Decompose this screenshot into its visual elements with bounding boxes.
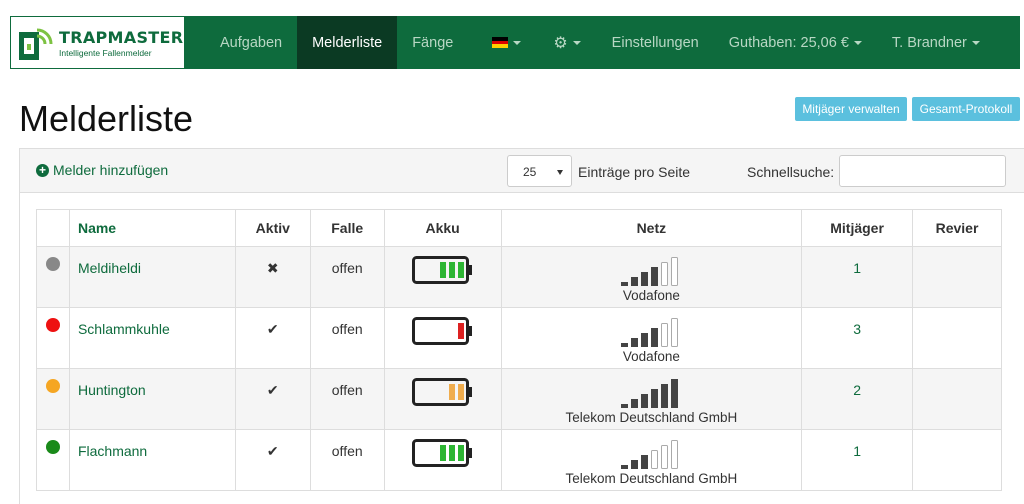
area-cell [912,368,1002,430]
nav-aufgaben[interactable]: Aufgaben [205,16,297,69]
add-detector-label: Melder hinzufügen [53,162,169,178]
trapmaster-logo-icon [19,28,53,60]
status-cell [36,307,70,369]
trap-status: offen [309,307,385,369]
network-name: Vodafone [622,288,680,303]
table-row[interactable]: Flachmann ✔ offen Telekom Deutschland GmbH 1 [36,429,1002,491]
battery-icon [411,317,472,345]
status-dot [45,379,60,393]
panel-toolbar: + Melder hinzufügen 25 Einträge pro Seit… [20,149,1024,193]
detector-name-link[interactable]: Meldiheldi [68,246,236,308]
user-dropdown[interactable]: T. Brandner [877,16,995,69]
status-dot [45,257,60,271]
network-cell: Vodafone [500,307,803,369]
active-indicator: ✔ [234,368,311,430]
nav-melderliste[interactable]: Melderliste [297,16,398,69]
trap-status: offen [309,368,385,430]
status-cell [36,246,70,308]
signal-strength-icon [621,379,679,408]
search-input[interactable] [839,155,1006,187]
battery-cell [383,429,502,491]
status-dot [45,440,60,454]
language-dropdown[interactable] [468,16,537,69]
brand-logo[interactable]: TRAPMASTER Intelligente Fallenmelder [10,16,185,69]
chevron-down-icon [971,40,980,45]
battery-icon [411,439,472,467]
de-flag-icon [492,37,509,49]
active-indicator: ✔ [234,307,311,369]
network-name: Vodafone [622,349,680,364]
active-indicator: ✖ [234,246,311,308]
search-label: Schnellsuche: [747,164,835,180]
hunters-count[interactable]: 1 [801,246,914,308]
brand-subtitle: Intelligente Fallenmelder [59,47,152,58]
battery-icon [411,256,472,284]
page-size-value: 25 [523,165,537,179]
detector-name-link[interactable]: Huntington [68,368,236,430]
battery-cell [383,368,502,430]
network-name: Telekom Deutschland GmbH [565,410,738,425]
page-size-label: Einträge pro Seite [578,164,691,180]
col-status-header[interactable] [36,209,70,247]
col-area-header[interactable]: Revier [912,209,1002,247]
hunters-count[interactable]: 3 [801,307,914,369]
detector-name-link[interactable]: Flachmann [68,429,236,491]
table-header-row: Name Aktiv Falle Akku Netz Mitjäger Revi… [36,209,1002,247]
nav-faenge[interactable]: Fänge [397,16,468,69]
battery-cell [383,246,502,308]
area-cell [912,429,1002,491]
user-label: T. Brandner [891,34,967,51]
top-navbar: TRAPMASTER Intelligente Fallenmelder Auf… [10,16,1020,69]
settings-dropdown[interactable]: ⚙ [537,16,596,69]
network-cell: Vodafone [500,246,803,308]
status-dot [45,318,60,332]
active-indicator: ✔ [234,429,311,491]
chevron-down-icon [853,40,862,45]
balance-dropdown[interactable]: Guthaben: 25,06 € [714,16,877,69]
col-name-header[interactable]: Name [68,209,236,247]
detector-table: Name Aktiv Falle Akku Netz Mitjäger Revi… [36,209,1002,491]
battery-cell [383,307,502,369]
table-row[interactable]: Meldiheldi ✖ offen Vodafone 1 [36,246,1002,308]
nav-einstellungen[interactable]: Einstellungen [597,16,714,69]
signal-strength-icon [621,257,679,286]
trap-status: offen [309,246,385,308]
hunters-count[interactable]: 2 [801,368,914,430]
plus-circle-icon: + [36,163,49,177]
col-battery-header[interactable]: Akku [383,209,502,247]
signal-strength-icon [621,440,679,469]
status-cell [36,429,70,491]
col-trap-header[interactable]: Falle [309,209,385,247]
signal-strength-icon [621,318,679,347]
network-cell: Telekom Deutschland GmbH [500,368,803,430]
hunters-count[interactable]: 1 [801,429,914,491]
manage-hunters-button[interactable]: Mitjäger verwalten [795,97,907,121]
add-detector-link[interactable]: + Melder hinzufügen [36,162,168,178]
battery-icon [411,378,472,406]
detector-name-link[interactable]: Schlammkuhle [68,307,236,369]
brand-title: TRAPMASTER [59,27,184,47]
col-hunters-header[interactable]: Mitjäger [801,209,914,247]
balance-label: Guthaben: 25,06 € [728,34,849,51]
page-title: Melderliste [19,98,194,139]
detector-panel: + Melder hinzufügen 25 Einträge pro Seit… [19,148,1024,504]
network-cell: Telekom Deutschland GmbH [500,429,803,491]
col-active-header[interactable]: Aktiv [234,209,311,247]
full-protocol-button[interactable]: Gesamt-Protokoll [912,97,1020,121]
area-cell [912,307,1002,369]
col-network-header[interactable]: Netz [500,209,803,247]
network-name: Telekom Deutschland GmbH [565,471,738,486]
status-cell [36,368,70,430]
gear-icon: ⚙ [553,34,568,52]
trap-status: offen [309,429,385,491]
chevron-down-icon [513,40,522,45]
chevron-down-icon [572,40,581,45]
page-size-select[interactable]: 25 [507,155,572,187]
table-row[interactable]: Schlammkuhle ✔ offen Vodafone 3 [36,307,1002,369]
chevron-down-icon [557,170,563,175]
table-row[interactable]: Huntington ✔ offen Telekom Deutschland GmbH… [36,368,1002,430]
area-cell [912,246,1002,308]
